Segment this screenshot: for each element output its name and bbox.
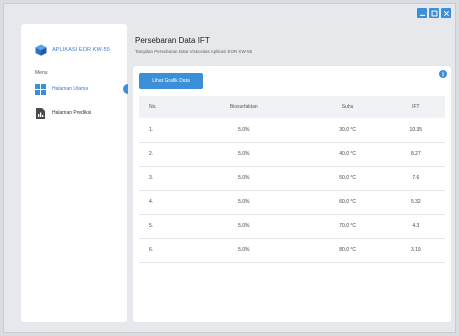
- page-subtitle: Tampilan Persebaran Data Viskositas Apli…: [135, 49, 253, 54]
- app-name: APLIKASI EOR KW-55: [52, 47, 110, 53]
- cell-biosurfaktan: 5.0%: [238, 175, 250, 181]
- minimize-button[interactable]: [417, 8, 427, 18]
- table-row: 5. 5.0% 70.0 °C 4.3: [139, 214, 445, 238]
- cell-ift: 4.3: [412, 223, 420, 229]
- sidebar-item-halaman-utama[interactable]: Halaman Utama: [35, 82, 128, 96]
- view-chart-button[interactable]: Lihat Grafik Data: [139, 73, 203, 89]
- column-header-ift: IFT: [412, 104, 420, 110]
- cell-suhu: 40.0 °C: [339, 151, 356, 157]
- document-chart-icon: [36, 107, 45, 119]
- brand: APLIKASI EOR KW-55: [35, 44, 110, 56]
- table-row: 4. 5.0% 60.0 °C 5.32: [139, 190, 445, 214]
- cell-no: 1.: [149, 126, 154, 133]
- cell-suhu: 80.0 °C: [339, 247, 356, 253]
- ift-data-table: No. Biosurfaktan Suhu IFT 1. 5.0% 30.0 °…: [139, 96, 445, 263]
- data-card: Lihat Grafik Data No. Biosurfaktan Suhu …: [133, 66, 451, 322]
- active-indicator: [123, 84, 128, 94]
- cell-no: 6.: [149, 247, 154, 253]
- sidebar-item-label: Halaman Prediksi: [52, 110, 92, 116]
- close-button[interactable]: [441, 8, 451, 18]
- cell-biosurfaktan: 5.0%: [238, 223, 250, 229]
- column-header-biosurfaktan: Biosurfaktan: [229, 104, 258, 110]
- window-controls: [417, 8, 451, 18]
- page-title: Persebaran Data IFT: [135, 36, 210, 45]
- cell-no: 2.: [149, 151, 154, 157]
- table-row: 2. 5.0% 40.0 °C 8.27: [139, 142, 445, 166]
- cell-ift: 7.6: [412, 175, 420, 181]
- cell-suhu: 50.0 °C: [339, 175, 356, 181]
- sidebar-item-label: Halaman Utama: [52, 86, 89, 92]
- cell-no: 3.: [149, 175, 154, 181]
- cell-biosurfaktan: 5.0%: [238, 247, 250, 253]
- cell-ift: 10.35: [409, 126, 423, 133]
- column-header-no: No.: [149, 104, 157, 110]
- cell-no: 5.: [149, 223, 154, 229]
- cell-biosurfaktan: 5.0%: [238, 126, 250, 133]
- sidebar: APLIKASI EOR KW-55 Menu Halaman Utama Ha…: [21, 24, 128, 322]
- cell-ift: 5.32: [410, 199, 421, 205]
- maximize-button[interactable]: [429, 8, 439, 18]
- cell-suhu: 60.0 °C: [339, 199, 356, 205]
- cell-ift: 3.19: [410, 247, 421, 253]
- dashboard-grid-icon: [35, 83, 46, 95]
- maximize-icon: [431, 10, 437, 16]
- cell-suhu: 70.0 °C: [339, 223, 356, 229]
- close-icon: [443, 10, 449, 16]
- info-icon[interactable]: [439, 70, 447, 78]
- table-header-row: No. Biosurfaktan Suhu IFT: [139, 96, 445, 118]
- table-row: 6. 5.0% 80.0 °C 3.19: [139, 238, 445, 262]
- sidebar-item-halaman-prediksi[interactable]: Halaman Prediksi: [35, 106, 125, 120]
- cell-ift: 8.27: [410, 151, 421, 157]
- page-header: Persebaran Data IFT Tampilan Persebaran …: [135, 36, 252, 54]
- menu-label: Menu: [35, 70, 48, 76]
- column-header-suhu: Suhu: [341, 104, 354, 110]
- cell-suhu: 30.0 °C: [339, 126, 356, 133]
- app-window: APLIKASI EOR KW-55 Menu Halaman Utama Ha…: [3, 3, 456, 333]
- cell-no: 4.: [149, 199, 154, 205]
- table-row: 3. 5.0% 50.0 °C 7.6: [139, 166, 445, 190]
- table-row: 1. 5.0% 30.0 °C 10.35: [139, 118, 445, 142]
- cube-logo-icon: [35, 44, 47, 56]
- cell-biosurfaktan: 5.0%: [238, 199, 250, 205]
- cell-biosurfaktan: 5.0%: [238, 151, 250, 157]
- minimize-icon: [419, 14, 425, 16]
